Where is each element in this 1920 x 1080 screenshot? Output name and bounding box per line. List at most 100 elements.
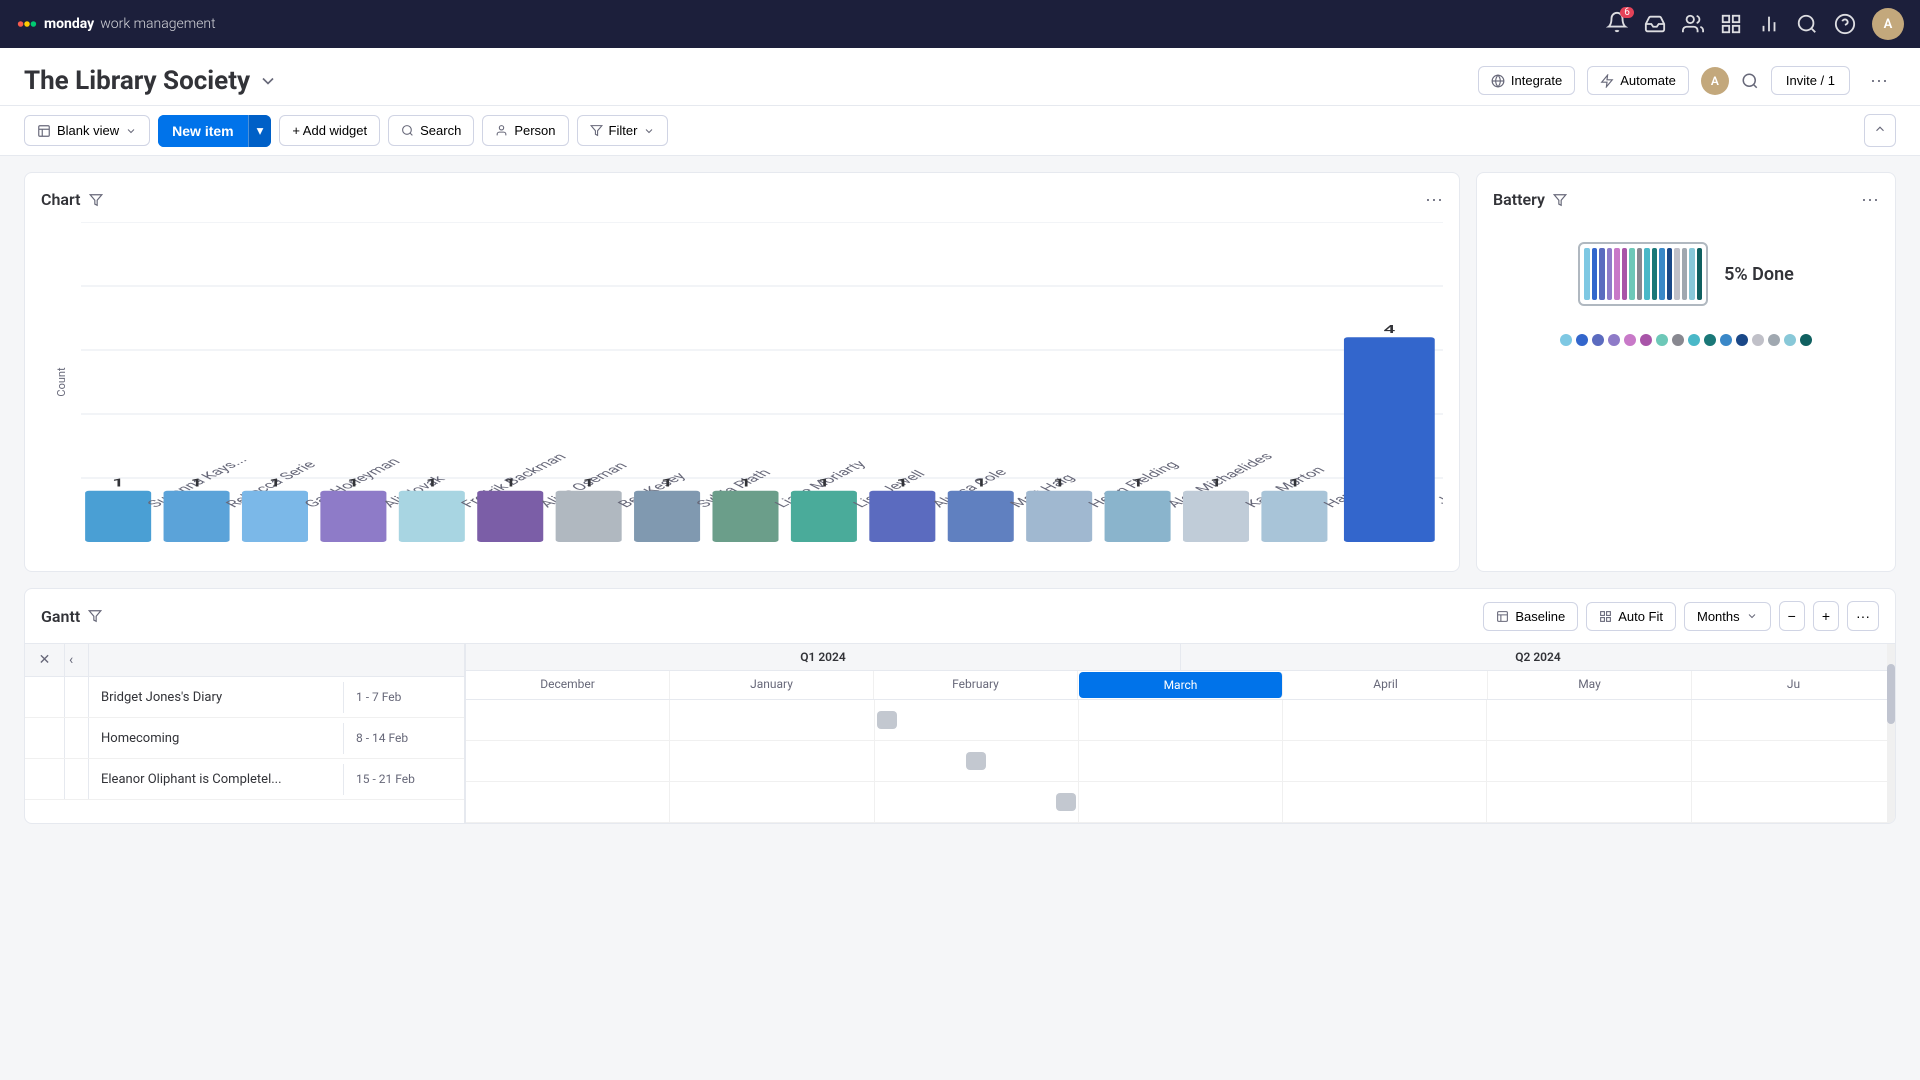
gantt-tl-cell-jan-2 bbox=[670, 741, 874, 781]
invite-label: Invite / 1 bbox=[1786, 73, 1835, 88]
notification-count: 6 bbox=[1620, 7, 1634, 18]
gantt-scrollbar-track bbox=[1887, 644, 1895, 823]
gantt-row-2: Homecoming 8 - 14 Feb bbox=[25, 718, 464, 759]
chart-title: Chart bbox=[41, 190, 81, 209]
gantt-month-dec: December bbox=[466, 671, 670, 699]
gantt-more-button[interactable]: ··· bbox=[1847, 601, 1879, 631]
add-widget-button[interactable]: + Add widget bbox=[279, 115, 380, 146]
battery-visual: 5% Done bbox=[1578, 242, 1794, 306]
baseline-button[interactable]: Baseline bbox=[1483, 602, 1578, 631]
gantt-tl-cell-apr-2 bbox=[1283, 741, 1487, 781]
dot-10 bbox=[1704, 334, 1716, 346]
battery-more-button[interactable]: ··· bbox=[1861, 189, 1879, 210]
gantt-scrollbar-thumb[interactable] bbox=[1887, 664, 1895, 724]
gantt-month-march: March bbox=[1079, 672, 1283, 698]
zoom-out-button[interactable]: − bbox=[1779, 601, 1805, 631]
zoom-in-button[interactable]: + bbox=[1813, 601, 1839, 631]
gantt-row-3: Eleanor Oliphant is Completel... 15 - 21… bbox=[25, 759, 464, 800]
automate-button[interactable]: Automate bbox=[1587, 66, 1689, 95]
toolbar: Blank view New item ▾ + Add widget Searc… bbox=[0, 106, 1920, 156]
new-item-main-button[interactable]: New item bbox=[158, 115, 247, 147]
board-title-container: The Library Society bbox=[24, 66, 278, 96]
people-icon[interactable] bbox=[1682, 13, 1704, 35]
notification-bell[interactable]: 6 bbox=[1606, 11, 1628, 37]
filter-button[interactable]: Filter bbox=[577, 115, 669, 146]
blank-view-button[interactable]: Blank view bbox=[24, 115, 150, 146]
gantt-tl-cell-feb-2 bbox=[875, 741, 1079, 781]
gantt-widget: Gantt Baseline Auto Fit bbox=[24, 588, 1896, 824]
autofit-button[interactable]: Auto Fit bbox=[1586, 602, 1676, 631]
battery-seg-1 bbox=[1584, 248, 1590, 300]
chart-y-label: Count bbox=[55, 367, 68, 396]
dot-16 bbox=[1800, 334, 1812, 346]
board-title: The Library Society bbox=[24, 66, 250, 96]
dot-6 bbox=[1640, 334, 1652, 346]
gantt-row-dates-2: 8 - 14 Feb bbox=[344, 723, 464, 753]
battery-seg-16 bbox=[1697, 248, 1703, 300]
svg-text:1: 1 bbox=[112, 477, 124, 489]
board-more-button[interactable]: ··· bbox=[1862, 64, 1896, 97]
dot-12 bbox=[1736, 334, 1748, 346]
new-item-arrow-button[interactable]: ▾ bbox=[248, 115, 272, 147]
collapse-button[interactable] bbox=[1864, 114, 1896, 147]
chart-widget-title-container: Chart bbox=[41, 190, 103, 209]
gantt-quarters: Q1 2024 Q2 2024 bbox=[466, 644, 1895, 671]
gantt-bar-1 bbox=[877, 711, 897, 729]
user-avatar[interactable]: A bbox=[1872, 8, 1904, 40]
battery-widget: Battery ··· bbox=[1476, 172, 1896, 572]
gantt-tl-cell-may-3 bbox=[1487, 782, 1691, 822]
svg-text:1: 1 bbox=[504, 477, 516, 489]
gantt-controls: Baseline Auto Fit Months − + ··· bbox=[1483, 601, 1879, 631]
autofit-icon bbox=[1599, 610, 1612, 623]
top-navigation: monday work management 6 bbox=[0, 0, 1920, 48]
battery-widget-header: Battery ··· bbox=[1493, 189, 1879, 210]
gantt-tl-cell-jun-1 bbox=[1692, 700, 1895, 740]
board-title-chevron-icon[interactable] bbox=[258, 71, 278, 91]
gantt-bar-3 bbox=[1056, 793, 1076, 811]
gantt-title: Gantt bbox=[41, 607, 80, 626]
search-board-icon[interactable] bbox=[1741, 72, 1759, 90]
blank-view-label: Blank view bbox=[57, 123, 119, 138]
gantt-tl-cell-mar-2 bbox=[1079, 741, 1283, 781]
help-icon[interactable] bbox=[1834, 13, 1856, 35]
search-button[interactable]: Search bbox=[388, 115, 474, 146]
svg-text:1: 1 bbox=[740, 477, 752, 489]
invite-button[interactable]: Invite / 1 bbox=[1771, 66, 1850, 95]
integrate-button[interactable]: Integrate bbox=[1478, 66, 1575, 95]
battery-seg-12 bbox=[1667, 248, 1673, 300]
svg-text:1: 1 bbox=[426, 477, 438, 489]
blank-view-icon bbox=[37, 124, 51, 138]
gantt-q1: Q1 2024 bbox=[466, 644, 1181, 670]
gantt-filter-icon[interactable] bbox=[88, 609, 102, 623]
gantt-row-name-1: Bridget Jones's Diary bbox=[89, 682, 344, 713]
battery-dots bbox=[1560, 334, 1812, 346]
new-item-button-group[interactable]: New item ▾ bbox=[158, 115, 271, 147]
gantt-tl-cell-jun-3 bbox=[1692, 782, 1895, 822]
gantt-nav-btn[interactable]: ‹ bbox=[65, 644, 89, 676]
battery-filter-icon[interactable] bbox=[1553, 193, 1567, 207]
grid-icon[interactable] bbox=[1720, 13, 1742, 35]
app-logo[interactable]: monday work management bbox=[16, 13, 216, 35]
battery-bar bbox=[1578, 242, 1708, 306]
person-button[interactable]: Person bbox=[482, 115, 568, 146]
inbox-icon[interactable] bbox=[1644, 13, 1666, 35]
battery-content: 5% Done bbox=[1493, 222, 1879, 366]
svg-text:1: 1 bbox=[583, 477, 595, 489]
gantt-q2: Q2 2024 bbox=[1181, 644, 1895, 670]
svg-text:1: 1 bbox=[348, 477, 360, 489]
gantt-tl-row-2 bbox=[466, 741, 1895, 782]
months-button[interactable]: Months bbox=[1684, 602, 1771, 631]
svg-text:1: 1 bbox=[1132, 477, 1144, 489]
dot-5 bbox=[1624, 334, 1636, 346]
chart-more-button[interactable]: ··· bbox=[1425, 189, 1443, 210]
baseline-icon bbox=[1496, 610, 1509, 623]
battery-seg-10 bbox=[1652, 248, 1658, 300]
gantt-close-btn[interactable]: ✕ bbox=[25, 644, 65, 676]
gantt-tl-cell-may-2 bbox=[1487, 741, 1691, 781]
search-nav-icon[interactable] bbox=[1796, 13, 1818, 35]
gantt-tl-cell-apr-3 bbox=[1283, 782, 1487, 822]
battery-seg-7 bbox=[1629, 248, 1635, 300]
chart-icon[interactable] bbox=[1758, 13, 1780, 35]
filter-label: Filter bbox=[609, 123, 638, 138]
chart-filter-icon[interactable] bbox=[89, 193, 103, 207]
